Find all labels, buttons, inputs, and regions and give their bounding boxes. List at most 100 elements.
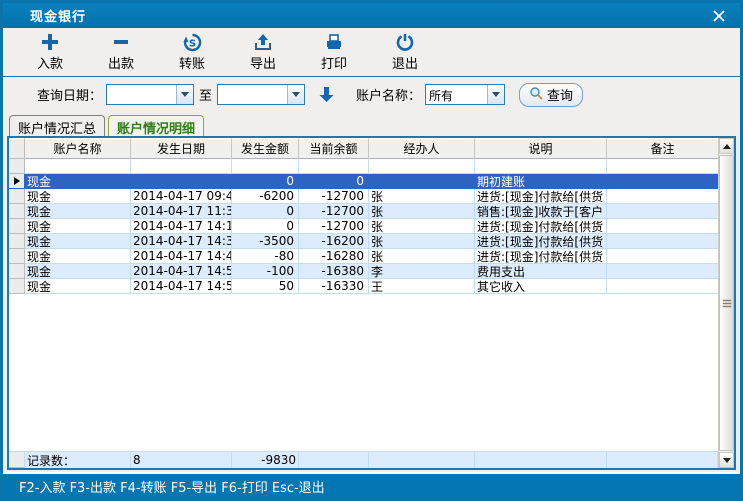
cell-balance	[299, 159, 369, 174]
scrollbar-track[interactable]	[719, 154, 734, 452]
search-button[interactable]: 查询	[519, 83, 583, 107]
column-header-date[interactable]: 发生日期	[131, 138, 232, 159]
cell-account: 现金	[25, 264, 131, 279]
vertical-scrollbar[interactable]	[718, 138, 734, 468]
scroll-up-icon	[723, 144, 731, 149]
thumb-grip-icon	[723, 306, 731, 307]
hotkey-hints: F2-入款 F3-出款 F4-转账 F5-导出 F6-打印 Esc-退出	[19, 477, 325, 496]
cell-handler	[369, 174, 475, 189]
table-row[interactable]: 现金2014-04-17 14:31-3500-16200张进货:[现金]付款给…	[9, 234, 718, 249]
cell-account: 现金	[25, 219, 131, 234]
table-row[interactable]: 现金2014-04-17 14:160-12700张进货:[现金]付款给[供货	[9, 219, 718, 234]
to-label: 至	[199, 85, 212, 104]
export-icon	[254, 32, 272, 52]
cell-description: 进货:[现金]付款给[供货	[475, 189, 607, 204]
summary-empty-cell	[369, 452, 475, 468]
minus-icon	[112, 32, 130, 52]
column-header-balance[interactable]: 当前余额	[299, 138, 369, 159]
cell-note	[607, 249, 718, 264]
svg-text:S: S	[188, 38, 195, 49]
toolbar-label: 出款	[108, 53, 134, 72]
dropdown-button[interactable]	[176, 85, 193, 104]
exit-button[interactable]: 退出	[376, 30, 434, 74]
date-from-combobox[interactable]	[106, 84, 194, 105]
cell-handler: 张	[369, 204, 475, 219]
account-combobox[interactable]: 所有	[425, 84, 505, 105]
table-body: 现金00期初建账现金2014-04-17 09:48-6200-12700张进货…	[9, 159, 718, 294]
table-row[interactable]: 现金2014-04-17 09:48-6200-12700张进货:[现金]付款给…	[9, 189, 718, 204]
thumb-grip-icon	[723, 300, 731, 301]
cell-amount	[232, 159, 299, 174]
cell-handler: 张	[369, 189, 475, 204]
cell-balance: -12700	[299, 189, 369, 204]
query-bar: 查询日期： 至 账户名称： 所有 查询	[3, 77, 740, 112]
withdraw-button[interactable]: 出款	[92, 30, 150, 74]
row-gutter-cell	[9, 204, 25, 219]
cell-balance: -16280	[299, 249, 369, 264]
tab-account-summary[interactable]: 账户情况汇总	[9, 115, 105, 136]
close-icon	[713, 7, 725, 26]
column-header-handler[interactable]: 经办人	[369, 138, 475, 159]
cell-amount: -80	[232, 249, 299, 264]
table-row[interactable]: 现金2014-04-17 14:43-80-16280张进货:[现金]付款给[供…	[9, 249, 718, 264]
cell-note	[607, 189, 718, 204]
print-icon	[325, 32, 343, 52]
records-table: 账户名称 发生日期 发生金额 当前余额 经办人 说明 备注 现金00期初建账现金…	[7, 136, 736, 470]
row-gutter-cell	[9, 189, 25, 204]
row-gutter-cell	[9, 174, 25, 189]
cell-note	[607, 234, 718, 249]
cell-amount: 0	[232, 204, 299, 219]
transfer-button[interactable]: S 转账	[163, 30, 221, 74]
table-row[interactable]: 现金00期初建账	[9, 174, 718, 189]
toolbar-label: 退出	[392, 53, 418, 72]
cell-amount: 0	[232, 174, 299, 189]
date-to-combobox[interactable]	[217, 84, 305, 105]
cell-note	[607, 264, 718, 279]
transfer-icon: S	[183, 32, 202, 52]
row-gutter-cell	[9, 219, 25, 234]
scroll-up-button[interactable]	[719, 138, 734, 154]
query-date-label: 查询日期：	[37, 85, 102, 104]
tab-bar: 账户情况汇总 账户情况明细	[3, 112, 740, 136]
cell-balance: -16200	[299, 234, 369, 249]
row-gutter-cell	[9, 159, 25, 174]
export-button[interactable]: 导出	[234, 30, 292, 74]
scroll-down-button[interactable]	[719, 452, 734, 468]
toolbar-label: 入款	[37, 53, 63, 72]
cell-date: 2014-04-17 09:48	[131, 189, 232, 204]
chevron-down-icon	[292, 92, 300, 97]
dropdown-button[interactable]	[487, 85, 504, 104]
cell-description: 销售:[现金]收款于[客户	[475, 204, 607, 219]
account-name-label: 账户名称：	[356, 85, 421, 104]
scrollbar-thumb[interactable]	[719, 155, 734, 451]
table-row[interactable]: 现金2014-04-17 14:5250-16330王其它收入	[9, 279, 718, 294]
column-header-account[interactable]: 账户名称	[25, 138, 131, 159]
cell-description: 进货:[现金]付款给[供货	[475, 219, 607, 234]
date-to-value	[218, 85, 287, 104]
empty-row[interactable]	[9, 159, 718, 174]
tab-account-detail[interactable]: 账户情况明细	[108, 115, 204, 136]
close-button[interactable]	[710, 7, 728, 25]
status-bar: F2-入款 F3-出款 F4-转账 F5-导出 F6-打印 Esc-退出	[3, 472, 740, 498]
column-header-description[interactable]: 说明	[475, 138, 607, 159]
toolbar-label: 导出	[250, 53, 276, 72]
cell-amount: -6200	[232, 189, 299, 204]
cell-account	[25, 159, 131, 174]
cell-date: 2014-04-17 14:52	[131, 279, 232, 294]
cell-amount: 50	[232, 279, 299, 294]
down-arrow-icon[interactable]	[319, 86, 334, 103]
summary-empty-cell	[475, 452, 607, 468]
cell-date	[131, 174, 232, 189]
column-header-note[interactable]: 备注	[607, 138, 718, 159]
dropdown-button[interactable]	[287, 85, 304, 104]
print-button[interactable]: 打印	[305, 30, 363, 74]
column-header-amount[interactable]: 发生金额	[232, 138, 299, 159]
cell-account: 现金	[25, 234, 131, 249]
row-gutter-cell	[9, 279, 25, 294]
row-gutter-cell	[9, 264, 25, 279]
table-row[interactable]: 现金2014-04-17 11:340-12700张销售:[现金]收款于[客户	[9, 204, 718, 219]
deposit-button[interactable]: 入款	[21, 30, 79, 74]
cell-date	[131, 159, 232, 174]
table-row[interactable]: 现金2014-04-17 14:51-100-16380李费用支出	[9, 264, 718, 279]
plus-icon	[41, 32, 59, 52]
